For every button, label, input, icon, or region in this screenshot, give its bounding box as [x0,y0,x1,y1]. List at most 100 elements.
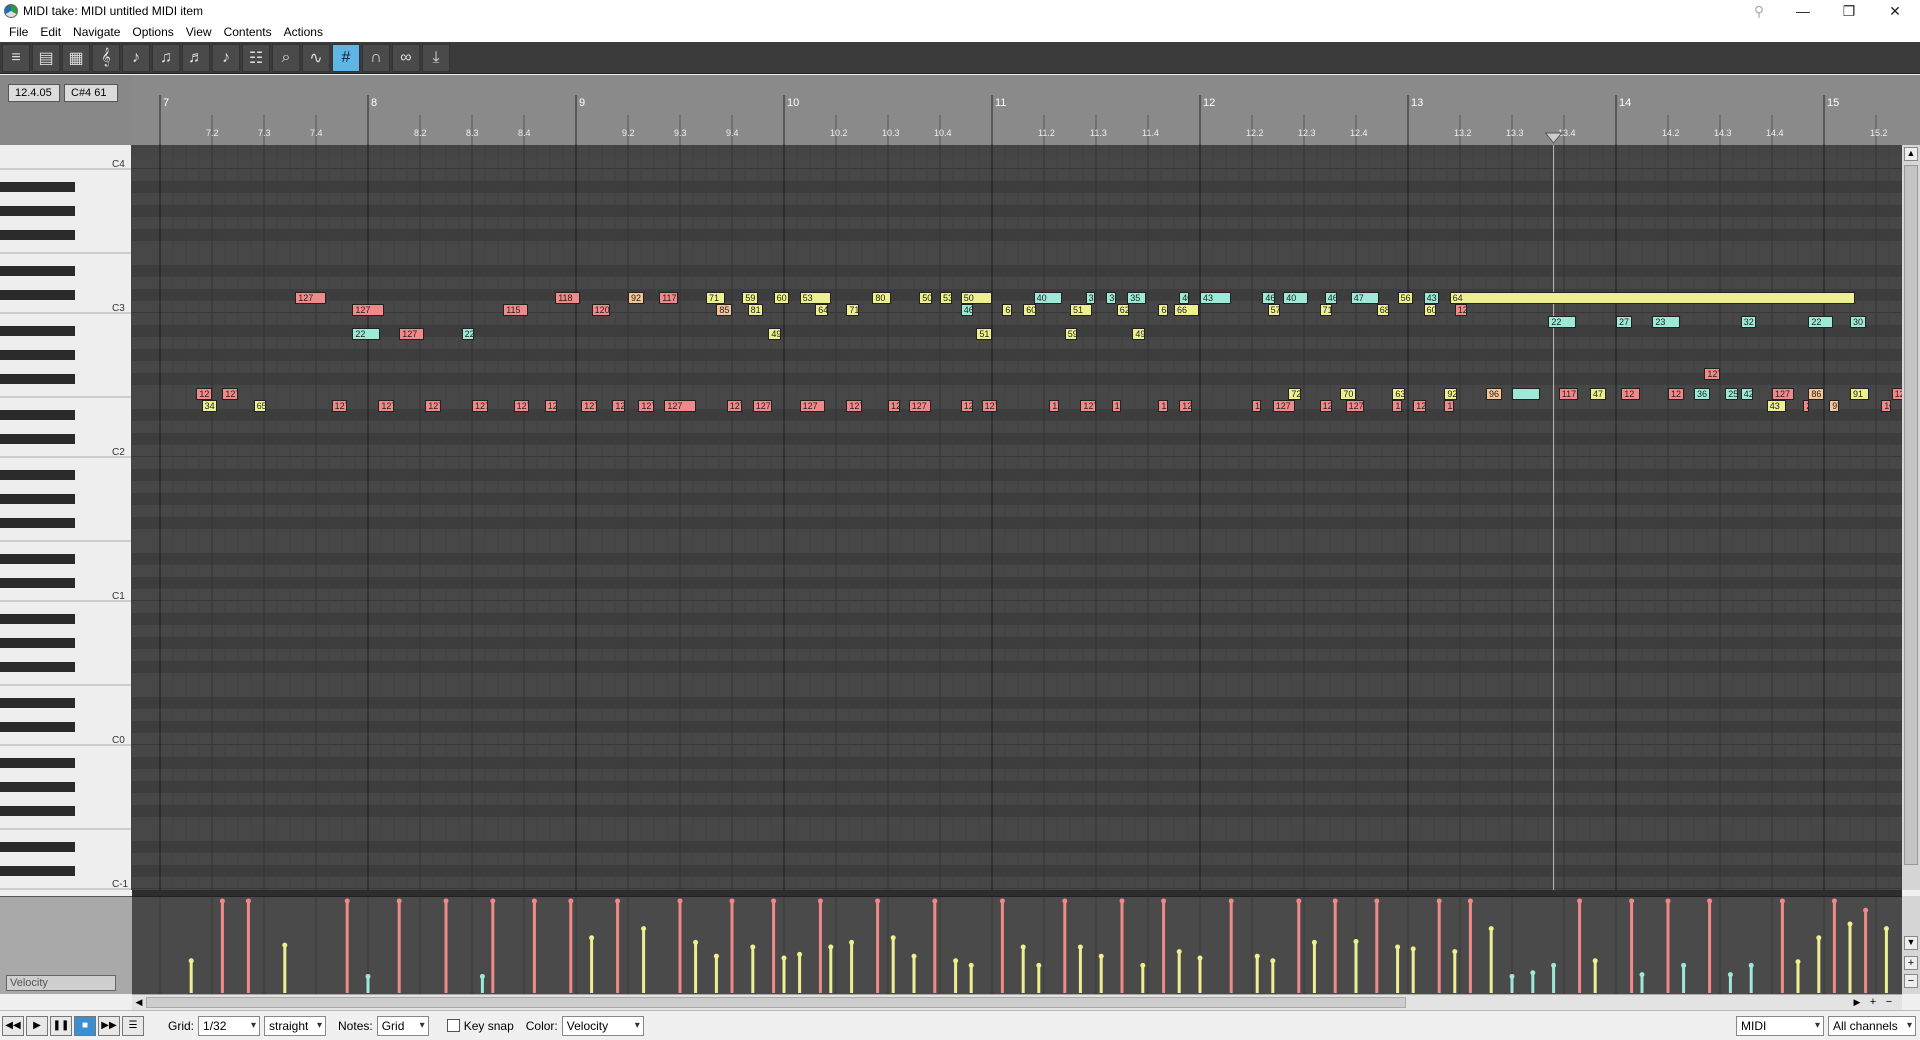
midi-note[interactable]: 120 [591,304,611,316]
midi-note[interactable]: 47 [1590,388,1606,400]
midi-note[interactable]: 127 [295,292,327,304]
midi-note[interactable]: 56 [1397,292,1414,304]
midi-note[interactable]: 59 [742,292,758,304]
velocity-handle[interactable] [828,944,834,950]
pause-icon[interactable]: ❚❚ [50,1015,72,1036]
midi-note[interactable]: 127 [664,400,696,412]
midi-note[interactable]: 49 [768,328,781,340]
velocity-handle[interactable] [1140,962,1146,968]
midi-note[interactable]: 124 [1891,388,1902,400]
midi-note[interactable]: 60 [1423,304,1437,316]
midi-note[interactable]: 127 [425,400,441,412]
velocity-handle[interactable] [677,898,683,904]
midi-note[interactable]: 117 [659,292,678,304]
velocity-handle[interactable] [1530,970,1536,976]
midi-note[interactable]: 46 [1324,292,1338,304]
velocity-handle[interactable] [1795,959,1801,965]
black-key[interactable] [0,554,75,564]
velocity-handle[interactable] [396,898,402,904]
piano-roll-icon[interactable]: ▤ [32,43,60,72]
midi-note[interactable]: 12 [1454,304,1468,316]
hzoom-out-icon[interactable]: − [1882,996,1896,1009]
velocity-handle[interactable] [1374,898,1380,904]
midi-note[interactable]: 53 [799,292,831,304]
velocity-handle[interactable] [188,958,194,964]
midi-note[interactable]: 118 [555,292,581,304]
midi-note[interactable]: 71 [1319,304,1333,316]
velocity-handle[interactable] [1779,898,1785,904]
velocity-handle[interactable] [729,898,735,904]
midi-note[interactable]: 49 [1132,328,1145,340]
midi-note[interactable]: 127 [1319,400,1333,412]
velocity-handle[interactable] [875,898,881,904]
black-key[interactable] [0,782,75,792]
midi-note[interactable]: 80 [872,292,892,304]
midi-note[interactable]: 127 [378,400,394,412]
midi-note[interactable]: 12 [1668,388,1684,400]
chord-icon-1[interactable]: ♪ [122,43,150,72]
velocity-handle[interactable] [1353,938,1359,944]
midi-note[interactable]: 50 [960,292,992,304]
velocity-handle[interactable] [1036,962,1042,968]
velocity-handle[interactable] [344,898,350,904]
velocity-handle[interactable] [1831,898,1837,904]
midi-note[interactable]: 127 [752,400,772,412]
black-key[interactable] [0,230,75,240]
velocity-handle[interactable] [1681,962,1687,968]
velocity-handle[interactable] [1254,953,1260,959]
midi-note[interactable]: 127 [1080,400,1096,412]
velocity-handle[interactable] [1665,898,1671,904]
midi-note[interactable]: 127 [908,400,931,412]
velocity-handle[interactable] [1062,898,1068,904]
midi-note[interactable]: 43 [1423,292,1440,304]
midi-note[interactable]: 40 [1283,292,1309,304]
list-view-icon[interactable]: ≡ [2,43,30,72]
midi-note[interactable]: 22 [352,328,381,340]
velocity-handle[interactable] [849,939,855,945]
midi-note[interactable]: 71 [846,304,859,316]
midi-note[interactable]: 92 [628,292,644,304]
vscroll-thumb[interactable] [1904,165,1918,865]
velocity-handle[interactable] [1098,953,1104,959]
minimize-button[interactable]: — [1780,0,1826,22]
midi-note[interactable]: 22 [1548,316,1577,328]
midi-note[interactable]: 86 [1808,388,1824,400]
cc-scroll-buttons[interactable]: ▼ + − [1902,896,1920,994]
velocity-handle[interactable] [365,973,371,979]
midi-note[interactable]: 34 [201,400,218,412]
black-key[interactable] [0,374,75,384]
scroll-right-icon[interactable]: ▶ [1850,996,1864,1009]
black-key[interactable] [0,290,75,300]
midi-note[interactable]: 53 [940,292,953,304]
midi-note[interactable]: 27 [1616,316,1632,328]
midi-note[interactable]: 30 [1850,316,1866,328]
midi-note[interactable]: 12 [612,400,625,412]
velocity-handle[interactable] [568,898,574,904]
midi-note[interactable]: 96 [1486,388,1502,400]
midi-note[interactable]: 127 [472,400,488,412]
midi-note[interactable]: 117 [1558,388,1578,400]
midi-note[interactable]: 127 [581,400,597,412]
black-key[interactable] [0,470,75,480]
midi-note[interactable]: 25 [1725,388,1738,400]
midi-note[interactable]: 57 [1267,304,1281,316]
midi-note[interactable]: 43 [1200,292,1232,304]
color-mode-select[interactable]: Velocity [561,1015,644,1036]
key-snap-checkbox[interactable] [446,1019,460,1032]
timeline-ruler[interactable]: 7 7.2 7.3 7.4 8 8.2 8.3 8.4 9 9.2 9.3 9.4 10 10.2 10.3… [132,75,1920,145]
black-key[interactable] [0,494,75,504]
midi-note[interactable]: 22 [461,328,475,340]
velocity-handle[interactable] [1270,958,1276,964]
velocity-handle[interactable] [219,898,225,904]
midi-note[interactable]: 51 [1070,304,1092,316]
velocity-handle[interactable] [1228,898,1234,904]
black-key[interactable] [0,842,75,852]
black-key[interactable] [0,266,75,276]
scroll-down-icon[interactable]: ▼ [1904,936,1918,950]
midi-note[interactable]: 43 [1766,400,1786,412]
black-key[interactable] [0,410,75,420]
midi-note[interactable]: 97 [1829,400,1839,412]
velocity-handle[interactable] [713,953,719,959]
velocity-handle[interactable] [1551,962,1557,968]
midi-note[interactable]: 32 [1740,316,1757,328]
